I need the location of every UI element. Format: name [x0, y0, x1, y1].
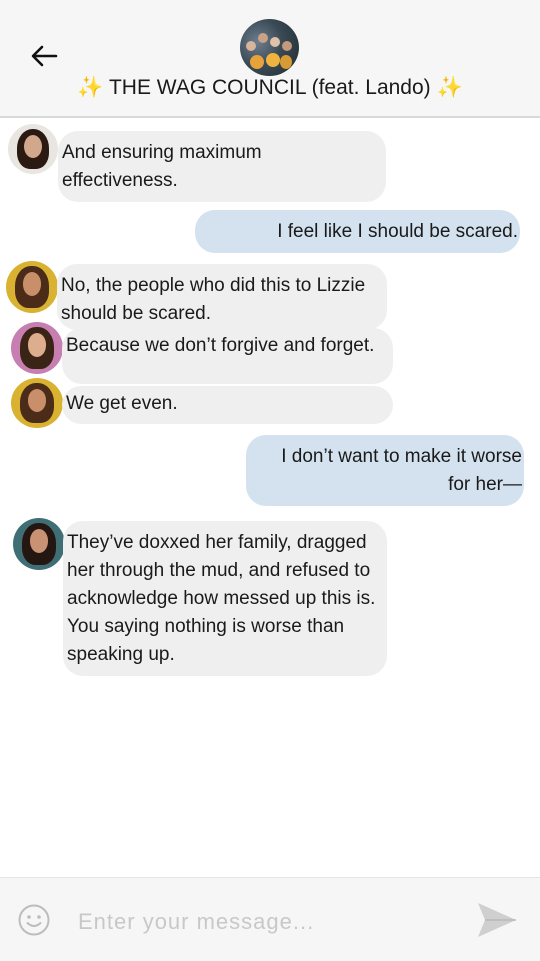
message-composer	[0, 877, 540, 961]
sender-avatar[interactable]	[6, 261, 58, 313]
message-text: Because we don’t forgive and forget.	[66, 335, 375, 356]
message-text: I don’t want to make it worse for her—	[281, 446, 522, 495]
sender-avatar[interactable]	[8, 124, 58, 174]
message-bubble: They’ve doxxed her family, dragged her t…	[63, 521, 387, 676]
send-icon[interactable]	[476, 901, 518, 939]
message-text: I feel like I should be scared.	[277, 221, 518, 242]
message-text: No, the people who did this to Lizzie sh…	[61, 275, 366, 324]
chat-title: ✨ THE WAG COUNCIL (feat. Lando) ✨	[0, 76, 540, 100]
chat-title-text: THE WAG COUNCIL (feat. Lando)	[108, 76, 431, 99]
message-bubble: I don’t want to make it worse for her—	[246, 435, 524, 506]
message-bubble: We get even.	[62, 386, 393, 424]
message-text: They’ve doxxed her family, dragged her t…	[67, 532, 376, 665]
message-input[interactable]	[76, 906, 440, 938]
sender-avatar[interactable]	[11, 322, 63, 374]
sparkle-icon: ✨	[77, 76, 104, 99]
message-bubble: No, the people who did this to Lizzie sh…	[57, 264, 387, 330]
message-text: And ensuring maximum effectiveness.	[62, 142, 262, 191]
chat-header: ✨ THE WAG COUNCIL (feat. Lando) ✨	[0, 0, 540, 118]
back-arrow-icon[interactable]	[30, 44, 58, 68]
message-text: We get even.	[66, 393, 178, 414]
sender-avatar[interactable]	[11, 378, 63, 428]
message-bubble: Because we don’t forgive and forget.	[62, 328, 393, 384]
sender-avatar[interactable]	[13, 518, 65, 570]
group-avatar[interactable]	[240, 19, 299, 76]
sparkle-icon: ✨	[436, 76, 463, 99]
smiley-icon[interactable]	[18, 904, 50, 936]
message-bubble: And ensuring maximum effectiveness.	[58, 131, 386, 202]
message-bubble: I feel like I should be scared.	[195, 210, 520, 253]
